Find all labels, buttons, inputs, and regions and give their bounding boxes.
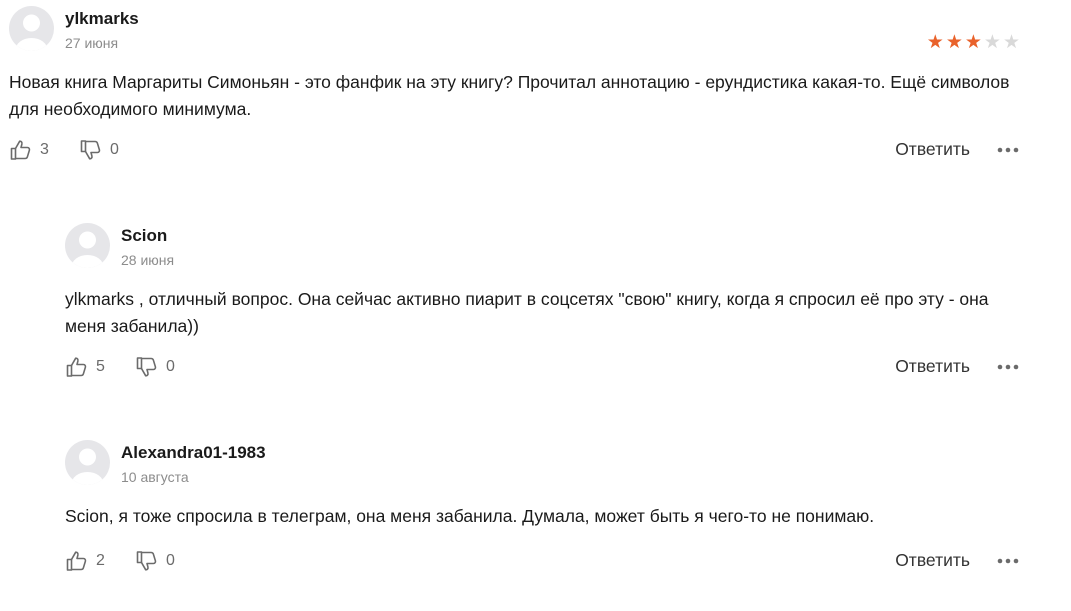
thumbs-down-icon (136, 551, 157, 571)
avatar[interactable] (65, 223, 110, 268)
star-icon: ★ (945, 32, 963, 53)
default-user-avatar-icon (15, 14, 48, 51)
dislike-button[interactable]: 0 (135, 353, 175, 381)
comment-text: Scion, я тоже спросила в телеграм, она м… (65, 506, 875, 526)
default-user-avatar-icon (71, 448, 104, 485)
like-button[interactable]: 3 (9, 136, 49, 164)
more-button[interactable] (996, 136, 1020, 164)
reply-button[interactable]: Ответить (895, 356, 970, 377)
dislike-button[interactable]: 0 (135, 547, 175, 575)
comment-header: Scion 28 июня (65, 223, 1020, 269)
comment-text: Новая книга Маргариты Симоньян - это фан… (9, 72, 1010, 119)
more-dots-icon (997, 147, 1019, 153)
comment-actions: 3 0 Ответить (9, 136, 1020, 164)
thumbs-up-icon (66, 357, 87, 377)
comment-reply: Alexandra01-1983 10 августа Scion, я тож… (65, 440, 1020, 575)
author-name[interactable]: ylkmarks (65, 9, 139, 29)
comment-actions: 2 0 Ответить (65, 547, 1020, 575)
star-icon: ★ (1002, 32, 1020, 53)
more-dots-icon (997, 558, 1019, 564)
default-user-avatar-icon (71, 231, 104, 268)
reply-button[interactable]: Ответить (895, 139, 970, 160)
comment-date: 10 августа (121, 469, 189, 485)
avatar[interactable] (65, 440, 110, 485)
thumbs-down-icon (136, 357, 157, 377)
comment-header: Alexandra01-1983 10 августа (65, 440, 1020, 486)
comment-date: 27 июня (65, 35, 119, 51)
like-count: 2 (96, 552, 105, 569)
comment-actions: 5 0 Ответить (65, 353, 1020, 381)
more-dots-icon (997, 364, 1019, 370)
comment: ylkmarks 27 июня ★ ★ ★ ★ ★ Новая книга М… (9, 6, 1020, 164)
thumbs-up-icon (66, 551, 87, 571)
author-name[interactable]: Alexandra01-1983 (121, 443, 266, 463)
like-count: 3 (40, 141, 49, 158)
star-icon: ★ (964, 32, 982, 53)
avatar[interactable] (9, 6, 54, 51)
thumbs-up-icon (10, 140, 31, 160)
like-count: 5 (96, 358, 105, 375)
rating-stars: ★ ★ ★ ★ ★ (927, 33, 1020, 53)
dislike-count: 0 (166, 358, 175, 375)
like-button[interactable]: 5 (65, 353, 105, 381)
reply-button[interactable]: Ответить (895, 550, 970, 571)
star-icon: ★ (926, 32, 944, 53)
dislike-button[interactable]: 0 (79, 136, 119, 164)
star-icon: ★ (983, 32, 1001, 53)
comment-text: ylkmarks , отличный вопрос. Она сейчас а… (65, 289, 989, 336)
more-button[interactable] (996, 353, 1020, 381)
dislike-count: 0 (110, 141, 119, 158)
like-button[interactable]: 2 (65, 547, 105, 575)
comment-header: ylkmarks 27 июня ★ ★ ★ ★ ★ (9, 6, 1020, 53)
author-name[interactable]: Scion (121, 226, 167, 246)
comment-reply: Scion 28 июня ylkmarks , отличный вопрос… (65, 223, 1020, 381)
comment-date: 28 июня (121, 252, 175, 268)
dislike-count: 0 (166, 552, 175, 569)
more-button[interactable] (996, 547, 1020, 575)
thumbs-down-icon (80, 140, 101, 160)
